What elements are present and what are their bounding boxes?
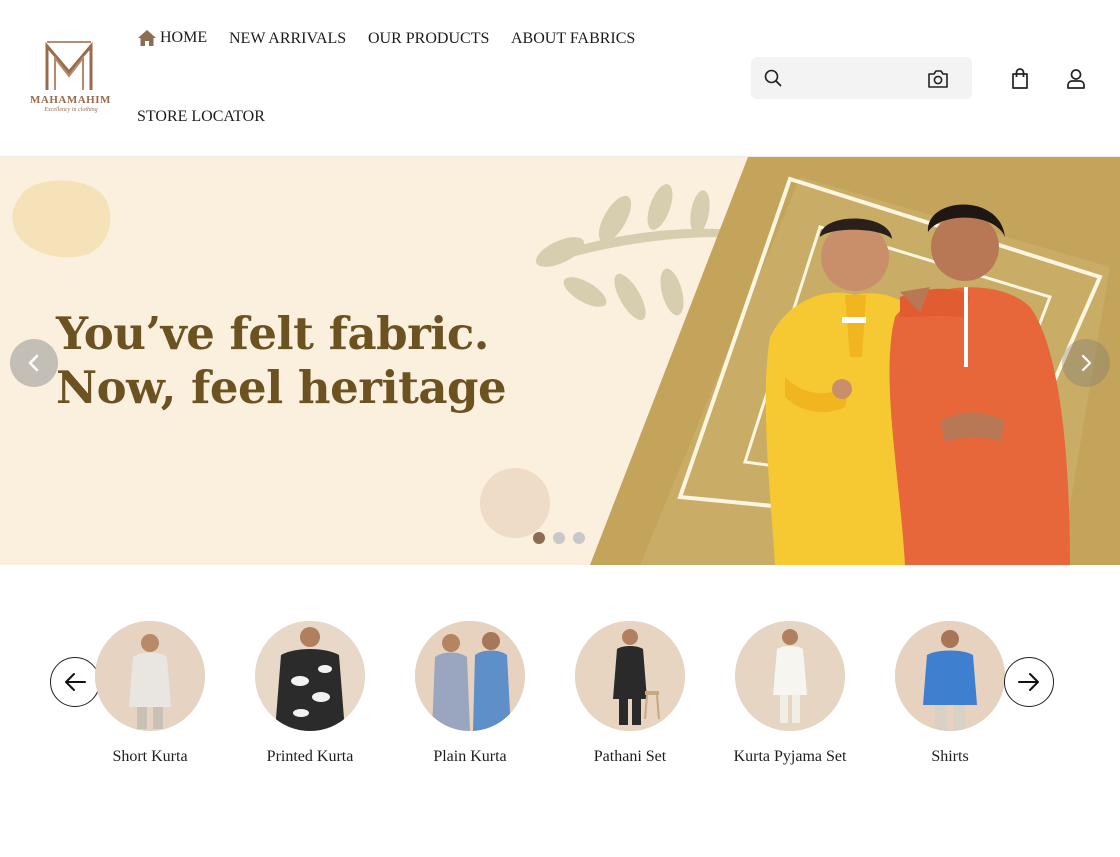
category-short-kurta[interactable]: Short Kurta [70,621,230,766]
hero-prev-button[interactable] [10,339,58,387]
slide-dot-2[interactable] [553,532,565,544]
arrow-right-icon [1018,673,1039,691]
nav-home-label: HOME [160,29,208,46]
hero-slide-indicators [533,532,585,544]
category-label: Kurta Pyjama Set [733,748,847,765]
category-image [255,621,365,731]
search-bar [751,57,972,99]
chevron-left-icon [28,354,39,372]
brand-tagline: Excellency in clothing [44,107,98,113]
hero-next-button[interactable] [1062,339,1110,387]
hero-banner[interactable]: You’ve felt fabric. Now, feel heritage [0,157,1120,565]
category-image [95,621,205,731]
category-label: Shirts [931,748,969,765]
home-icon [138,30,156,46]
hero-headline: You’ve felt fabric. Now, feel heritage [56,307,507,415]
nav-our-products[interactable]: OUR PRODUCTS [368,30,489,48]
category-label: Printed Kurta [266,748,354,765]
hero-headline-line2: Now, feel heritage [56,361,507,414]
user-icon[interactable] [1066,68,1086,90]
brand-logo[interactable]: MAHAMAHIM Excellency in clothing [30,38,111,118]
category-plain-kurta[interactable]: Plain Kurta [390,621,550,766]
slide-dot-3[interactable] [573,532,585,544]
site-header: MAHAMAHIM Excellency in clothing HOME NE… [0,0,1120,157]
category-printed-kurta[interactable]: Printed Kurta [230,621,390,766]
category-pathani-set[interactable]: Pathani Set [550,621,710,766]
camera-icon[interactable] [927,69,949,89]
category-label: Short Kurta [112,748,188,765]
category-next-button[interactable] [1004,657,1054,707]
nav-new-arrivals[interactable]: NEW ARRIVALS [229,30,346,48]
chevron-right-icon [1081,354,1092,372]
category-image [895,621,1005,731]
hero-headline-line1: You’ve felt fabric. [56,307,489,360]
category-image [735,621,845,731]
shopping-bag-icon[interactable] [1010,68,1030,90]
slide-dot-1[interactable] [533,532,545,544]
category-image [415,621,525,731]
nav-store-locator[interactable]: STORE LOCATOR [137,108,265,126]
brand-name: MAHAMAHIM [30,94,111,106]
category-label: Pathani Set [593,748,667,765]
search-icon[interactable] [764,69,782,87]
nav-home[interactable]: HOME [137,29,207,47]
category-kurta-pyjama-set[interactable]: Kurta Pyjama Set [710,621,870,766]
nav-about-fabrics[interactable]: ABOUT FABRICS [511,30,635,48]
logo-mark [45,41,93,90]
category-label: Plain Kurta [433,748,507,765]
category-image [575,621,685,731]
